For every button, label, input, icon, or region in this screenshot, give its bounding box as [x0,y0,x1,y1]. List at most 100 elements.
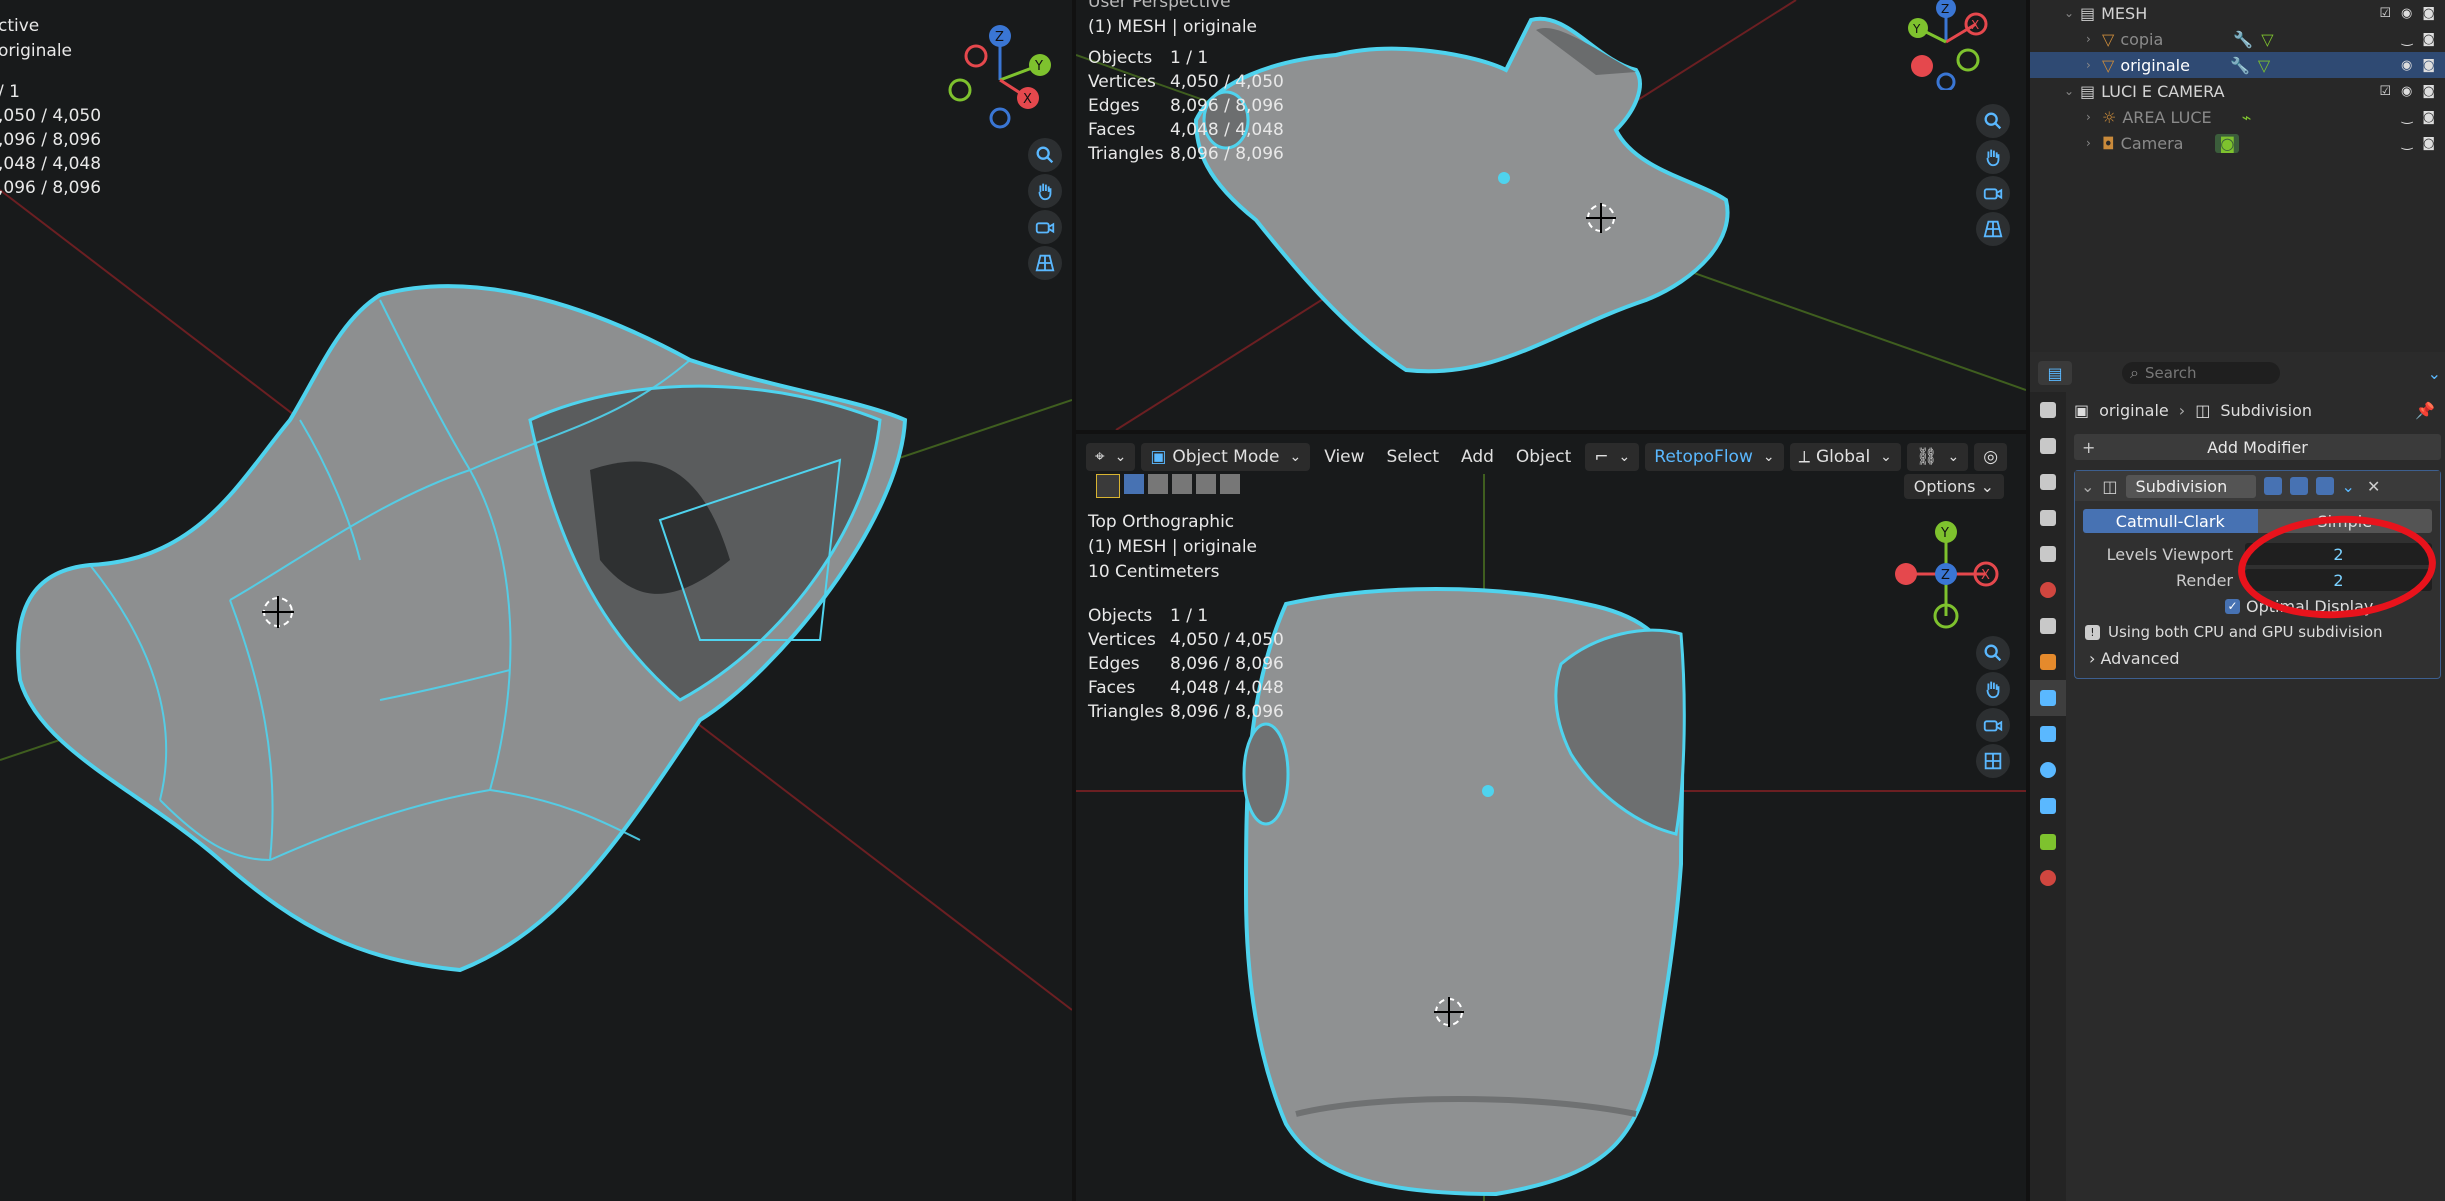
outliner-row-luci[interactable]: ⌄ ▤ LUCI E CAMERA ☑ ◉ ◙ [2030,78,2445,104]
navigation-gizmo-left[interactable]: Z Y X [940,20,1060,140]
properties-header: ▤ ⌕ Search ⌄ [2030,358,2445,388]
tab-tool[interactable] [2030,392,2066,428]
ortho-toggle-button[interactable] [1976,744,2010,778]
tool-select-box[interactable] [1096,474,1120,498]
left-viewport[interactable]: ctive originale / 1 ,050 / 4,050 ,096 / … [0,0,1072,1201]
area-divider-right[interactable] [2026,0,2030,1201]
tab-material[interactable] [2030,860,2066,896]
perspective-toggle-button[interactable] [1028,246,1062,280]
collection-icon: ▤ [2080,81,2096,101]
outliner-row-copia[interactable]: › ▽ copia 🔧 ▽ ‿ ◙ [2030,26,2445,52]
chevron-right-icon[interactable]: › [2086,110,2102,124]
chevron-down-icon[interactable]: ⌄ [2064,6,2080,20]
editor-type-button[interactable]: ⌖ [1086,443,1136,471]
physics-icon [2040,762,2056,778]
add-modifier-button[interactable]: + Add Modifier [2074,434,2441,460]
outliner-row-originale[interactable]: › ▽ originale 🔧 ▽ ◉ ◙ [2030,52,2445,78]
navigation-gizmo-bottom[interactable]: Y Z X [1886,514,2006,634]
chevron-right-icon[interactable]: › [2086,32,2102,46]
area-divider-horizontal[interactable] [1076,430,2026,434]
mode-dropdown[interactable]: ▣ Object Mode [1141,443,1311,471]
close-icon[interactable]: ✕ [2367,477,2380,496]
snap-dropdown[interactable]: ⌐ [1585,443,1640,471]
outliner-row-mesh[interactable]: ⌄ ▤ MESH ☑ ◉ ◙ [2030,0,2445,26]
options-dropdown[interactable]: ⌄ [2428,364,2441,383]
select-mode-new[interactable] [1124,474,1144,494]
pin-icon[interactable]: 📌 [2415,401,2435,420]
render-toggle-icon[interactable] [2315,477,2334,495]
chevron-down-icon[interactable]: ⌄ [2064,84,2080,98]
navigation-gizmo-top[interactable]: Z Y X [1896,0,2006,90]
catmull-clark-option[interactable]: Catmull-Clark [2083,509,2258,533]
select-mode-subtract[interactable] [1172,474,1192,494]
menu-object[interactable]: Object [1508,443,1579,471]
tab-object[interactable] [2030,644,2066,680]
object-icon: ▣ [2074,400,2090,420]
collapse-chevron-icon[interactable]: ⌄ [2081,477,2094,496]
dropdown-icon[interactable]: ⌄ [2342,477,2355,496]
bottom-viewport[interactable]: ⌖ ▣Object Mode View Select Add Object ⌐ … [1076,434,2026,1201]
edit-mode-toggle-icon[interactable] [2263,477,2282,495]
tab-collection[interactable] [2030,608,2066,644]
tab-world[interactable] [2030,572,2066,608]
menu-add[interactable]: Add [1453,443,1502,471]
camera-icon[interactable]: ◙ [2422,32,2435,47]
eye-icon[interactable]: ◉ [2401,6,2412,21]
tab-view-layer[interactable] [2030,500,2066,536]
advanced-section[interactable]: › Advanced [2089,649,2430,668]
tab-particles[interactable] [2030,716,2066,752]
menu-view[interactable]: View [1316,443,1372,471]
camera-icon[interactable]: ◙ [2422,84,2435,99]
checkbox-icon[interactable]: ☑ [2379,6,2391,21]
eye-icon[interactable]: ◉ [2401,84,2412,99]
area-divider-vertical[interactable] [1072,0,1076,1201]
tab-data[interactable] [2030,824,2066,860]
modifier-name-field[interactable]: Subdivision [2125,474,2256,498]
top-viewport[interactable]: User Perspective (1) MESH | originale Ob… [1076,0,2026,430]
pan-button[interactable] [1028,174,1062,208]
zoom-button[interactable] [1028,138,1062,172]
tab-physics[interactable] [2030,752,2066,788]
select-mode-intersect[interactable] [1220,474,1240,494]
grid-icon [1983,220,2003,238]
chevron-right-icon[interactable]: › [2086,136,2102,150]
tab-render[interactable] [2030,428,2066,464]
camera-icon[interactable]: ◙ [2422,136,2435,151]
zoom-button[interactable] [1976,636,2010,670]
checkbox-icon[interactable]: ☑ [2379,84,2391,99]
zoom-button[interactable] [1976,104,2010,138]
outliner-row-area-luce[interactable]: › ☼ AREA LUCE ⌁ ‿ ◙ [2030,104,2445,130]
camera-icon[interactable]: ◙ [2422,58,2435,73]
pan-button[interactable] [1976,672,2010,706]
outliner-row-camera[interactable]: › ◘ Camera ◙ ‿ ◙ [2030,130,2445,156]
pan-button[interactable] [1976,140,2010,174]
scale-text: 10 Centimeters [1088,562,1220,582]
viewport-toggle-icon[interactable] [2289,477,2308,495]
camera-view-button[interactable] [1976,708,2010,742]
proportional-edit-button[interactable]: ◎ [1974,443,2008,471]
retopoflow-dropdown[interactable]: RetopoFlow [1645,443,1784,471]
eye-closed-icon[interactable]: ‿ [2402,32,2412,47]
chevron-right-icon[interactable]: › [2086,58,2102,72]
tab-output[interactable] [2030,464,2066,500]
camera-icon[interactable]: ◙ [2422,6,2435,21]
eye-closed-icon[interactable]: ‿ [2402,110,2412,125]
optimal-display-checkbox[interactable]: ✓ [2225,598,2240,614]
select-mode-extend[interactable] [1148,474,1168,494]
orientation-dropdown[interactable]: ⟂ Global [1789,443,1901,471]
camera-icon[interactable]: ◙ [2422,110,2435,125]
editor-type-button[interactable]: ▤ [2038,361,2072,385]
menu-select[interactable]: Select [1379,443,1447,471]
eye-closed-icon[interactable]: ‿ [2402,136,2412,151]
search-field[interactable]: ⌕ Search [2122,362,2280,384]
camera-view-button[interactable] [1028,210,1062,244]
camera-view-button[interactable] [1976,176,2010,210]
eye-icon[interactable]: ◉ [2401,58,2412,73]
tab-constraints[interactable] [2030,788,2066,824]
tab-modifiers[interactable] [2030,680,2066,716]
select-mode-invert[interactable] [1196,474,1216,494]
perspective-toggle-button[interactable] [1976,212,2010,246]
tab-scene[interactable] [2030,536,2066,572]
options-button[interactable]: Options ⌄ [1903,474,2004,499]
pivot-dropdown[interactable]: ⛓ [1906,443,1969,471]
